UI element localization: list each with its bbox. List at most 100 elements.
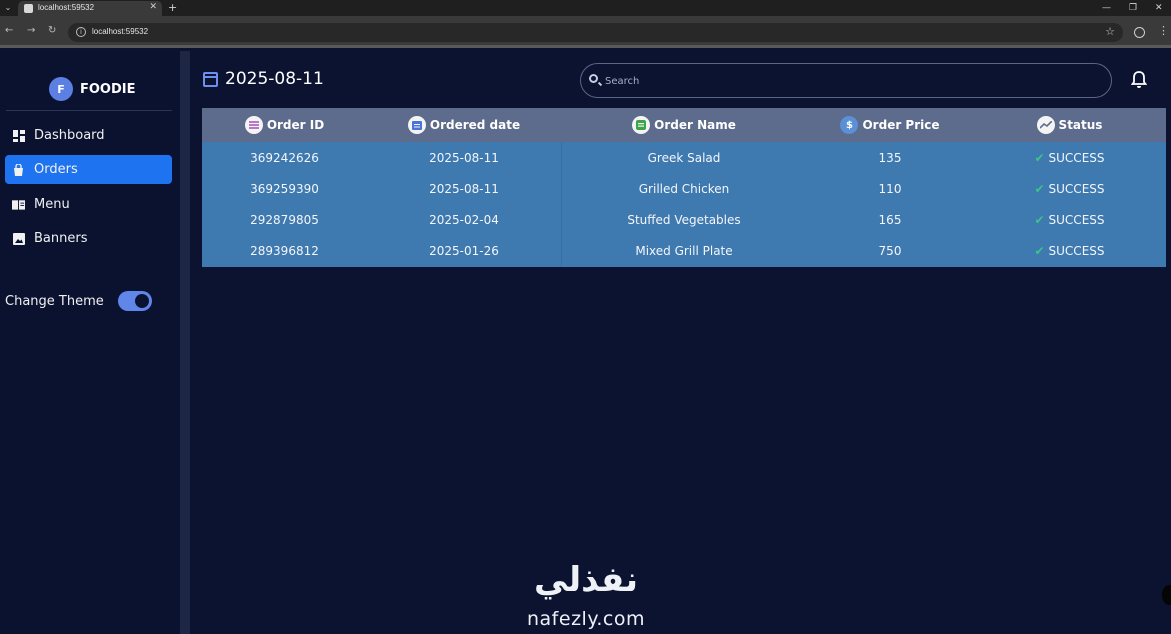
cell-order-name: Greek Salad: [647, 150, 721, 165]
dashboard-icon: [12, 129, 25, 142]
column-label: Ordered date: [429, 118, 521, 132]
check-icon: ✔: [1034, 150, 1045, 165]
cell-order-name: Mixed Grill Plate: [635, 243, 733, 258]
browser-menu-icon[interactable]: ⋮: [1158, 24, 1169, 37]
sidebar: F FOODIE Dashboard Orders Menu Banners C…: [0, 51, 180, 634]
search-box[interactable]: [580, 63, 1112, 98]
check-icon: ✔: [1034, 212, 1045, 227]
sidebar-divider: [6, 110, 172, 111]
cell-ordered-date: 2025-02-04: [429, 212, 499, 227]
cell-ordered-date: 2025-01-26: [429, 243, 499, 258]
status-text: SUCCESS: [1048, 212, 1105, 227]
watermark-arabic: نفذلي: [533, 560, 639, 600]
tab-search-icon[interactable]: ⌄: [0, 0, 16, 16]
sidebar-item-banners[interactable]: Banners: [5, 224, 172, 253]
sidebar-item-label: Dashboard: [34, 128, 105, 143]
column-header-order-name[interactable]: Order Name: [561, 108, 807, 142]
cell-order-price: 135: [878, 150, 902, 165]
cell-order-id: 369242626: [250, 150, 319, 165]
toggle-knob: [134, 294, 149, 308]
sidebar-item-label: Orders: [34, 162, 78, 177]
status-text: SUCCESS: [1048, 181, 1105, 196]
app-root: F FOODIE Dashboard Orders Menu Banners C…: [0, 51, 1171, 634]
column-header-order-price[interactable]: $ Order Price: [807, 108, 973, 142]
orders-bag-icon: [12, 163, 25, 176]
trending-icon: [1036, 116, 1055, 134]
menu-book-icon: [12, 198, 25, 211]
column-header-order-id[interactable]: Order ID: [202, 108, 367, 142]
column-label: Order Name: [654, 118, 736, 132]
watermark: نفذلي nafezly.com: [512, 560, 660, 634]
image-icon: [12, 232, 25, 245]
date-heading: 2025-08-11: [203, 69, 324, 89]
new-tab-icon[interactable]: +: [168, 0, 177, 16]
food-icon: [632, 116, 651, 134]
browser-tab-bar: ⌄ localhost:59532 ✕ + — ❐ ✕: [0, 0, 1171, 16]
cell-status: ✔ SUCCESS: [973, 142, 1166, 173]
dollar-icon: $: [840, 116, 859, 134]
cell-order-name: Stuffed Vegetables: [627, 212, 741, 227]
status-text: SUCCESS: [1048, 243, 1105, 258]
table-header: Order ID Ordered date Order Name $ Order…: [202, 108, 1166, 142]
tab-close-icon[interactable]: ✕: [149, 2, 157, 12]
brand-name: FOODIE: [80, 81, 136, 97]
url-field[interactable]: i localhost:59532 ☆: [68, 23, 1123, 42]
brand-avatar: F: [49, 77, 73, 101]
cell-ordered-date: 2025-08-11: [429, 181, 499, 196]
site-info-icon[interactable]: i: [76, 27, 86, 37]
theme-label: Change Theme: [5, 293, 104, 309]
window-close-icon[interactable]: ✕: [1155, 0, 1163, 16]
orders-table: Order ID Ordered date Order Name $ Order…: [202, 108, 1166, 267]
cell-order-name: Grilled Chicken: [638, 181, 730, 196]
check-icon: ✔: [1034, 243, 1045, 258]
theme-toggle[interactable]: [117, 291, 152, 311]
cell-order-price: 165: [878, 212, 902, 227]
cell-status: ✔ SUCCESS: [973, 235, 1166, 266]
status-text: SUCCESS: [1048, 150, 1105, 165]
profile-icon[interactable]: [1134, 27, 1145, 38]
sidebar-item-label: Menu: [34, 197, 70, 212]
search-icon: [589, 74, 598, 83]
sidebar-item-orders[interactable]: Orders: [5, 155, 172, 184]
watermark-latin: nafezly.com: [527, 608, 645, 630]
cell-ordered-date: 2025-08-11: [429, 150, 499, 165]
table-row[interactable]: 369259390 2025-08-11 Grilled Chicken 110…: [202, 173, 1166, 204]
restore-icon[interactable]: ❐: [1129, 0, 1137, 16]
column-label: Order Price: [862, 118, 940, 132]
column-label: Order ID: [266, 118, 325, 132]
main-content: 2025-08-11 Order ID: [190, 51, 1171, 634]
table-row[interactable]: 289396812 2025-01-26 Mixed Grill Plate 7…: [202, 235, 1166, 266]
sidebar-item-label: Banners: [34, 231, 88, 246]
search-input[interactable]: [605, 72, 1095, 90]
tab-title: localhost:59532: [38, 3, 95, 12]
current-date: 2025-08-11: [225, 69, 324, 89]
brand: F FOODIE: [49, 77, 136, 101]
column-label: Status: [1058, 118, 1103, 132]
forward-icon[interactable]: →: [27, 25, 35, 36]
favicon-icon: [24, 4, 33, 13]
cell-status: ✔ SUCCESS: [973, 204, 1166, 235]
cell-order-id: 289396812: [250, 243, 319, 258]
browser-tab[interactable]: localhost:59532 ✕: [18, 1, 162, 16]
table-row[interactable]: 292879805 2025-02-04 Stuffed Vegetables …: [202, 204, 1166, 235]
sidebar-item-dashboard[interactable]: Dashboard: [5, 121, 172, 150]
column-header-ordered-date[interactable]: Ordered date: [367, 108, 561, 142]
reload-icon[interactable]: ↻: [48, 25, 56, 36]
floating-dot: [1162, 585, 1171, 605]
calendar-icon: [203, 71, 218, 87]
address-bar: ← → ↻ i localhost:59532 ☆ ⋮: [0, 16, 1171, 48]
column-header-status[interactable]: Status: [973, 108, 1166, 142]
table-row[interactable]: 369242626 2025-08-11 Greek Salad 135 ✔ S…: [202, 142, 1166, 173]
bookmark-star-icon[interactable]: ☆: [1105, 25, 1115, 38]
cell-order-price: 110: [878, 181, 902, 196]
cell-order-price: 750: [878, 243, 902, 258]
cell-order-id: 369259390: [250, 181, 319, 196]
minimize-icon[interactable]: —: [1102, 0, 1111, 16]
notification-bell-icon[interactable]: [1131, 71, 1147, 89]
check-icon: ✔: [1034, 181, 1045, 196]
back-icon[interactable]: ←: [5, 25, 13, 36]
cell-order-id: 292879805: [250, 212, 319, 227]
cell-status: ✔ SUCCESS: [973, 173, 1166, 204]
sidebar-scroll-edge: [180, 51, 190, 634]
sidebar-item-menu[interactable]: Menu: [5, 190, 172, 219]
